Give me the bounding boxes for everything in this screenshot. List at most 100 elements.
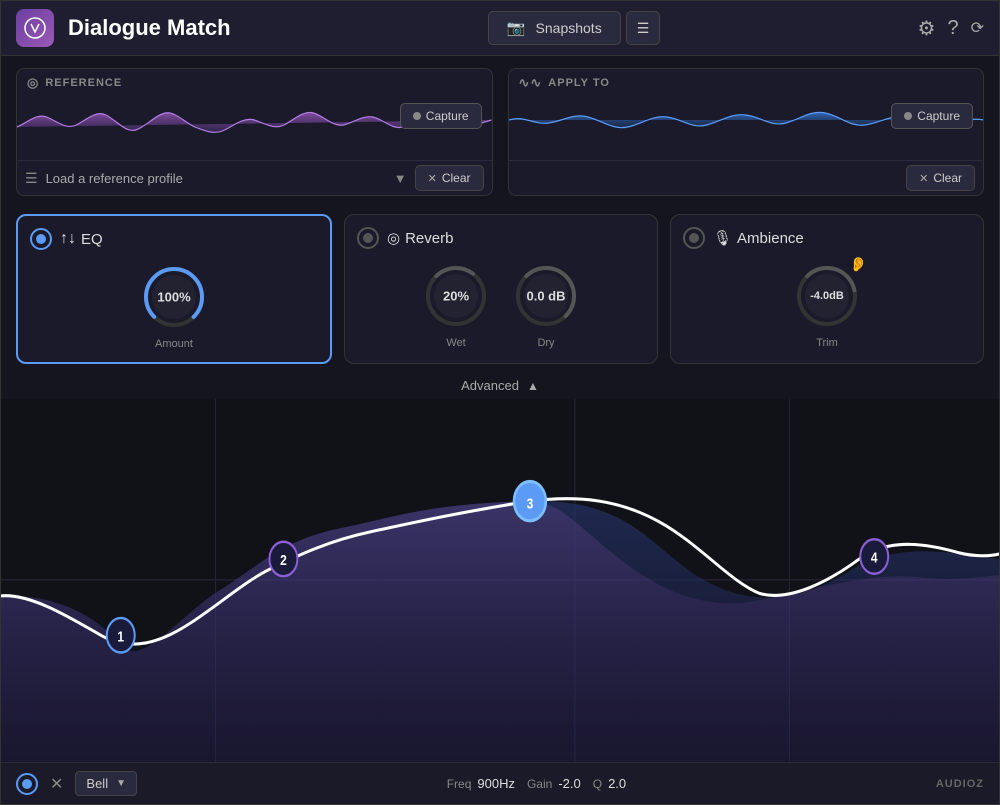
svg-text:2: 2 xyxy=(280,552,287,568)
reverb-power-indicator xyxy=(363,233,373,243)
q-param: Q 2.0 xyxy=(593,776,626,791)
bottom-type-select[interactable]: Bell ▼ xyxy=(75,771,137,796)
apply-header: ∿∿ APPLY TO xyxy=(509,69,984,95)
reverb-power-button[interactable] xyxy=(357,227,379,249)
gain-param: Gain -2.0 xyxy=(527,776,581,791)
reverb-title: ◎ Reverb xyxy=(387,229,453,247)
clear-x-icon: ✕ xyxy=(428,172,437,185)
apply-capture-button[interactable]: Capture xyxy=(891,103,973,129)
apply-waveform: Capture xyxy=(509,95,984,160)
ambience-trim-label: Trim xyxy=(816,337,838,349)
ambience-trim-knob-control[interactable]: -4.0dB 👂 xyxy=(792,261,862,331)
eq-amount-value: 100% xyxy=(157,290,190,305)
header-center: 📷 Snapshots ☰ xyxy=(231,11,918,45)
reverb-dry-value: 0.0 dB xyxy=(526,289,565,304)
reverb-module-header: ◎ Reverb xyxy=(357,227,645,249)
snapshots-menu-button[interactable]: ☰ xyxy=(626,11,661,45)
ambience-trim-value: -4.0dB xyxy=(810,290,844,302)
header-right: ⚙ ? ⟳ xyxy=(918,16,984,41)
camera-icon: 📷 xyxy=(507,19,526,37)
eq-amount-knob-control[interactable]: 100% xyxy=(139,262,209,332)
ambience-title: 🎙 Ambience xyxy=(713,229,804,247)
bottom-power-button[interactable] xyxy=(16,773,38,795)
advanced-arrow-icon: ▲ xyxy=(527,379,539,393)
settings-button[interactable]: ⚙ xyxy=(918,16,936,41)
audioz-watermark: AUDIOZ xyxy=(936,778,984,790)
bottom-close-button[interactable]: ✕ xyxy=(50,774,63,794)
reference-clear-label: Clear xyxy=(442,171,471,185)
svg-text:3: 3 xyxy=(527,495,534,511)
reverb-dry-knob: 0.0 dB Dry xyxy=(511,261,581,349)
snapshots-button[interactable]: 📷 Snapshots xyxy=(488,11,621,45)
svg-text:1: 1 xyxy=(117,628,124,644)
ambience-trim-knob: -4.0dB 👂 Trim xyxy=(792,261,862,349)
apply-capture-label: Capture xyxy=(917,109,960,123)
eq-amount-knob: 100% Amount xyxy=(139,262,209,350)
eq-title: ↑↓ EQ xyxy=(60,230,103,248)
eq-knobs: 100% Amount xyxy=(139,262,209,350)
reference-panel: ◎ REFERENCE Capture xyxy=(16,68,493,196)
reference-ring-icon: ◎ xyxy=(27,75,39,91)
app-logo xyxy=(16,9,54,47)
load-profile-label: Load a reference profile xyxy=(46,171,183,186)
reference-waveform: Capture xyxy=(17,95,492,160)
eq-power-button[interactable] xyxy=(30,228,52,250)
reverb-wet-value: 20% xyxy=(443,289,469,304)
eq-amount-label: Amount xyxy=(155,338,193,350)
apply-panel: ∿∿ APPLY TO Capture xyxy=(508,68,985,196)
reference-header: ◎ REFERENCE xyxy=(17,69,492,95)
apply-wave-icon: ∿∿ xyxy=(519,75,543,91)
reverb-module: ◎ Reverb 20% Wet xyxy=(344,214,658,364)
reference-clear-button[interactable]: ✕ Clear xyxy=(415,165,484,191)
ambience-power-indicator xyxy=(689,233,699,243)
eq-module: ↑↓ EQ 100% Amount xyxy=(16,214,332,364)
reverb-knobs: 20% Wet 0.0 dB Dry xyxy=(421,261,581,349)
apply-footer: ✕ Clear xyxy=(509,160,984,195)
help-button[interactable]: ? xyxy=(947,17,958,40)
reverb-wet-knob-control[interactable]: 20% xyxy=(421,261,491,331)
ambience-module: 🎙 Ambience -4.0dB 👂 Trim xyxy=(670,214,984,364)
q-label: Q xyxy=(593,777,602,791)
freq-param: Freq 900Hz xyxy=(447,776,515,791)
reference-capture-button[interactable]: Capture xyxy=(400,103,482,129)
bottom-power-indicator xyxy=(22,779,32,789)
dropdown-arrow-icon: ▼ xyxy=(394,171,407,186)
reverb-circle-icon: ◎ xyxy=(387,229,400,247)
gain-value: -2.0 xyxy=(558,776,580,791)
reverb-dry-knob-control[interactable]: 0.0 dB xyxy=(511,261,581,331)
reverb-dry-label: Dry xyxy=(537,337,554,349)
freq-label: Freq xyxy=(447,777,472,791)
reverb-wet-label: Wet xyxy=(446,337,465,349)
ambience-power-button[interactable] xyxy=(683,227,705,249)
reference-capture-label: Capture xyxy=(426,109,469,123)
freq-value: 900Hz xyxy=(477,776,515,791)
reverb-wet-knob: 20% Wet xyxy=(421,261,491,349)
top-section: ▼ ◎ REFERENCE C xyxy=(1,56,999,206)
apply-label: APPLY TO xyxy=(548,77,610,89)
ambience-knobs: -4.0dB 👂 Trim xyxy=(792,261,862,349)
snapshots-label: Snapshots xyxy=(536,20,602,36)
apply-capture-dot xyxy=(904,112,912,120)
apply-clear-label: Clear xyxy=(933,171,962,185)
gain-label: Gain xyxy=(527,777,552,791)
apply-clear-button[interactable]: ✕ Clear xyxy=(906,165,975,191)
bottom-bar: ✕ Bell ▼ Freq 900Hz Gain -2.0 Q 2.0 AUDI… xyxy=(1,762,999,804)
ambience-mic-icon: 🎙 xyxy=(713,229,732,247)
eq-graph[interactable]: 1 2 3 4 xyxy=(1,399,999,762)
reference-label: REFERENCE xyxy=(45,77,122,89)
ear-icon: 👂 xyxy=(850,256,867,273)
q-value: 2.0 xyxy=(608,776,626,791)
eq-power-indicator xyxy=(36,234,46,244)
apply-clear-x-icon: ✕ xyxy=(919,172,928,185)
eq-wave-icon: ↑↓ xyxy=(60,230,76,248)
audio-button[interactable]: ⟳ xyxy=(971,18,984,38)
load-profile: ☰ Load a reference profile ▼ xyxy=(25,170,407,187)
eq-module-header: ↑↓ EQ xyxy=(30,228,318,250)
advanced-toggle[interactable]: Advanced ▲ xyxy=(1,372,999,399)
advanced-label: Advanced xyxy=(461,378,519,393)
reference-footer: ☰ Load a reference profile ▼ ✕ Clear xyxy=(17,160,492,195)
svg-text:4: 4 xyxy=(871,549,878,565)
modules-section: ↑↓ EQ 100% Amount xyxy=(1,206,999,372)
bottom-type-label: Bell xyxy=(86,776,108,791)
capture-dot-icon xyxy=(413,112,421,120)
